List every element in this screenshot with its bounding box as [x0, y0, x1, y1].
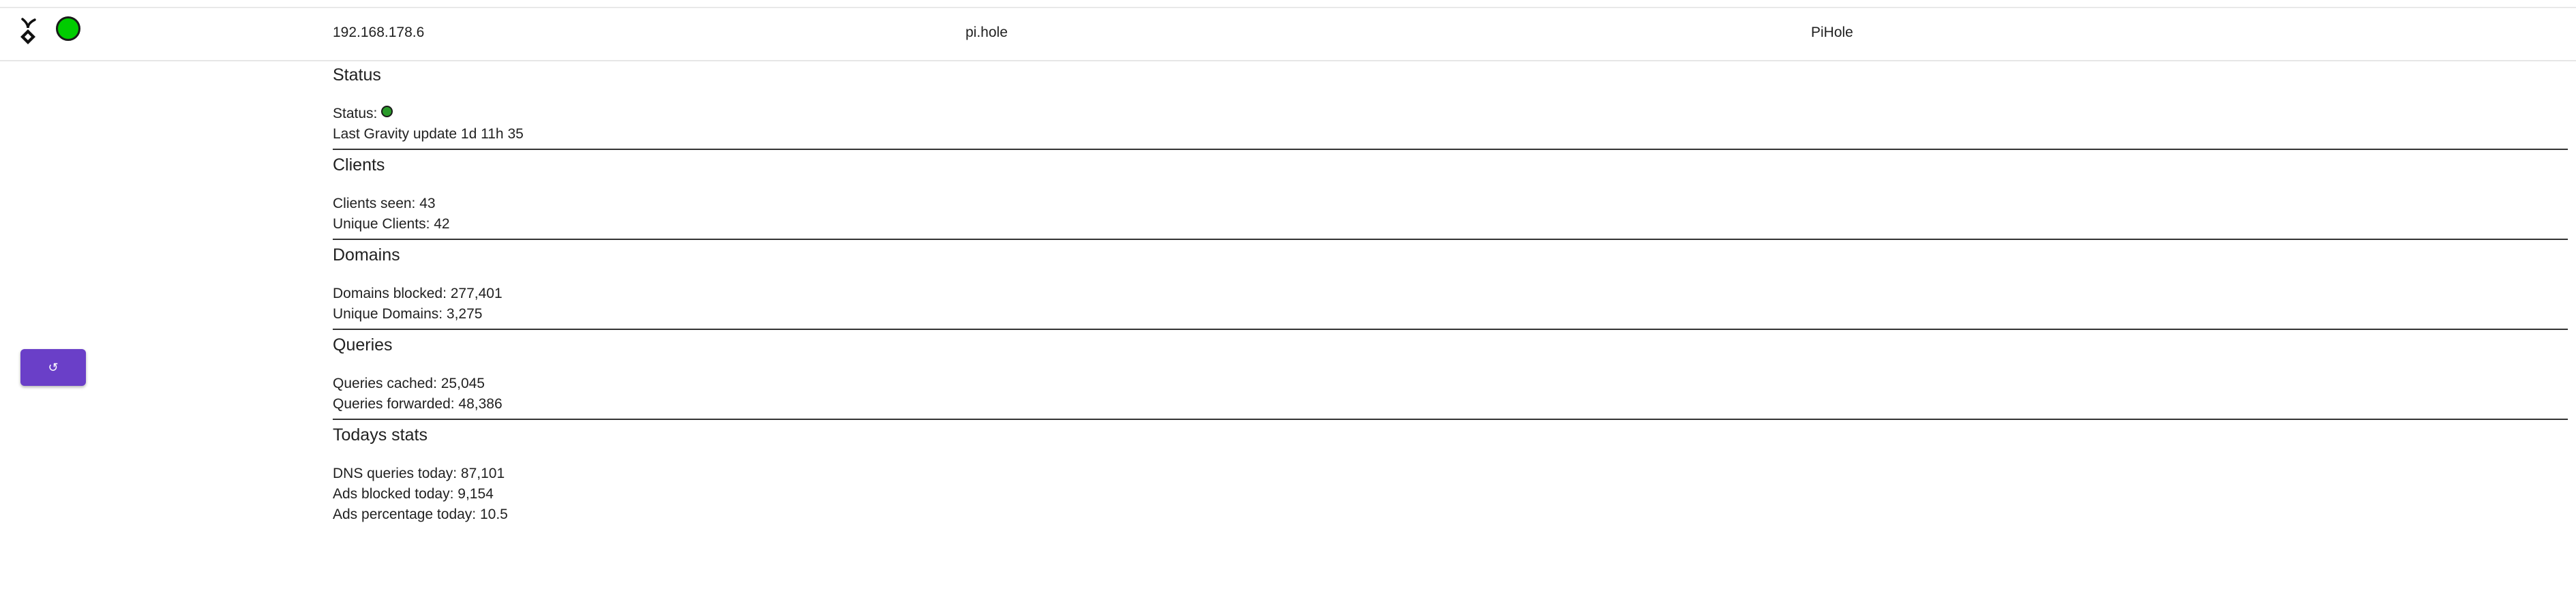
section-title-today: Todays stats — [333, 425, 428, 445]
device-name: PiHole — [1811, 25, 1853, 40]
dns-queries-today: DNS queries today: 87,101 — [333, 466, 505, 481]
queries-section: Queries Queries cached: 25,045 Queries f… — [333, 330, 2568, 420]
domains-blocked: Domains blocked: 277,401 — [333, 286, 503, 301]
queries-forwarded: Queries forwarded: 48,386 — [333, 396, 503, 412]
section-title-status: Status — [333, 65, 381, 85]
unique-clients: Unique Clients: 42 — [333, 216, 450, 232]
ads-percentage-today: Ads percentage today: 10.5 — [333, 507, 508, 522]
section-title-queries: Queries — [333, 335, 393, 355]
status-line: Status: — [333, 104, 2568, 124]
domains-section: Domains Domains blocked: 277,401 Unique … — [333, 240, 2568, 330]
refresh-icon: ↺ — [48, 360, 59, 374]
refresh-button[interactable]: ↺ — [20, 349, 86, 386]
status-dot-icon — [56, 16, 80, 41]
status-indicator-icon — [381, 105, 393, 117]
clients-seen: Clients seen: 43 — [333, 196, 436, 211]
today-section: Todays stats DNS queries today: 87,101 A… — [333, 420, 2568, 529]
device-row[interactable]: 192.168.178.6 pi.hole PiHole — [0, 8, 2576, 61]
gravity-update: Last Gravity update 1d 11h 35 — [333, 126, 524, 142]
section-title-clients: Clients — [333, 155, 385, 175]
unique-domains: Unique Domains: 3,275 — [333, 306, 483, 322]
clients-section: Clients Clients seen: 43 Unique Clients:… — [333, 150, 2568, 240]
queries-cached: Queries cached: 25,045 — [333, 376, 485, 391]
pihole-icon — [20, 18, 36, 44]
section-title-domains: Domains — [333, 245, 400, 265]
device-details: Status Status: Last Gravity update 1d 11… — [333, 60, 2568, 529]
page: 192.168.178.6 pi.hole PiHole ↺ Status St… — [0, 0, 2576, 602]
status-section: Status Status: Last Gravity update 1d 11… — [333, 60, 2568, 150]
device-ip: 192.168.178.6 — [333, 25, 425, 40]
ads-blocked-today: Ads blocked today: 9,154 — [333, 486, 494, 502]
status-label: Status: — [333, 106, 378, 121]
device-hostname: pi.hole — [965, 25, 1008, 40]
